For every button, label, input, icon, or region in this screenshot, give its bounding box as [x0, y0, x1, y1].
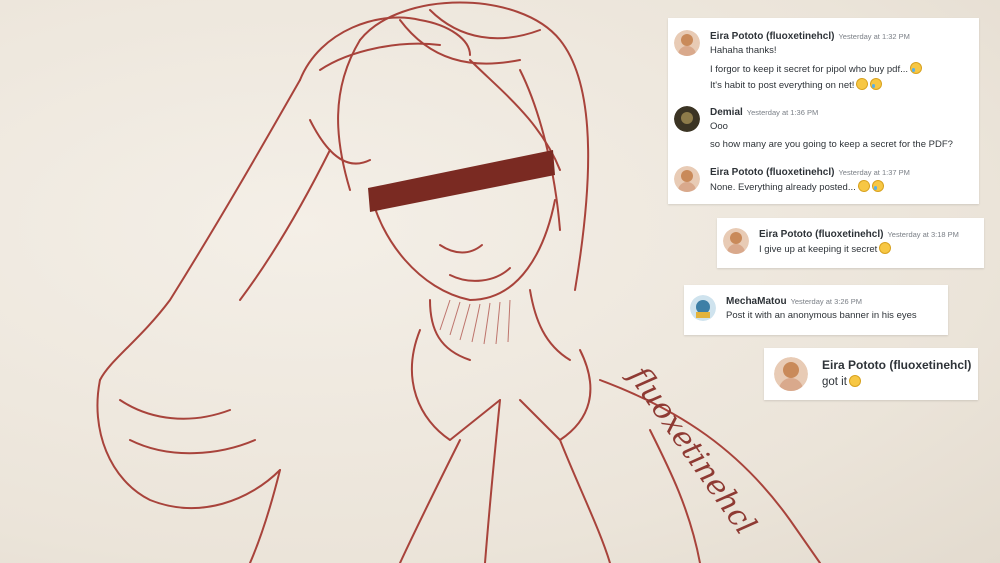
- crying-smile-emoji-icon: [870, 78, 883, 90]
- avatar: [690, 295, 716, 321]
- username[interactable]: Eira Pototo (fluoxetinehcl): [759, 229, 883, 240]
- username[interactable]: Eira Pototo (fluoxetinehcl): [710, 31, 834, 42]
- username[interactable]: Eira Pototo (fluoxetinehcl): [710, 167, 834, 178]
- message-text: Ooo: [710, 121, 728, 132]
- timestamp: Yesterday at 1:37 PM: [838, 168, 910, 177]
- message-text: It's habit to post everything on net!: [710, 80, 855, 91]
- username[interactable]: MechaMatou: [726, 296, 787, 307]
- crying-smile-emoji-icon: [910, 62, 923, 74]
- rofl-emoji-icon: [854, 76, 871, 92]
- saluting-face-emoji-icon: [848, 375, 861, 387]
- timestamp: Yesterday at 3:18 PM: [887, 230, 959, 239]
- censor-bar: [368, 150, 555, 212]
- timestamp: Yesterday at 3:26 PM: [790, 297, 862, 306]
- message-text: Post it with an anonymous banner in his …: [726, 310, 917, 321]
- timestamp: Yesterday at 1:36 PM: [746, 108, 819, 117]
- rofl-emoji-icon: [855, 178, 872, 194]
- crying-smile-emoji-icon: [871, 180, 884, 192]
- message-text: I give up at keeping it secret: [759, 244, 878, 255]
- username[interactable]: Eira Pototo (fluoxetinehcl): [822, 358, 971, 372]
- message-text: Hahaha thanks!: [710, 45, 777, 56]
- avatar: [723, 228, 749, 254]
- chat-card-4: Eira Pototo (fluoxetinehcl) got it: [764, 348, 978, 400]
- message-text: I forgor to keep it secret for pipol who…: [710, 64, 909, 75]
- sweat-smile-emoji-icon: [879, 242, 892, 254]
- username[interactable]: Demial: [710, 107, 743, 118]
- message-text: got it: [822, 376, 847, 388]
- avatar: [674, 30, 700, 56]
- chat-card-1: Eira Pototo (fluoxetinehcl) Yesterday at …: [668, 18, 979, 204]
- message-text: None. Everything already posted...: [710, 182, 856, 193]
- avatar: [674, 106, 700, 132]
- timestamp: Yesterday at 1:32 PM: [838, 32, 910, 41]
- avatar: [774, 357, 808, 391]
- chat-card-3: MechaMatou Yesterday at 3:26 PM Post it w…: [684, 285, 948, 335]
- message-text: so how many are you going to keep a secr…: [710, 139, 953, 150]
- chat-card-2: Eira Pototo (fluoxetinehcl) Yesterday at …: [717, 218, 984, 268]
- avatar: [674, 166, 700, 192]
